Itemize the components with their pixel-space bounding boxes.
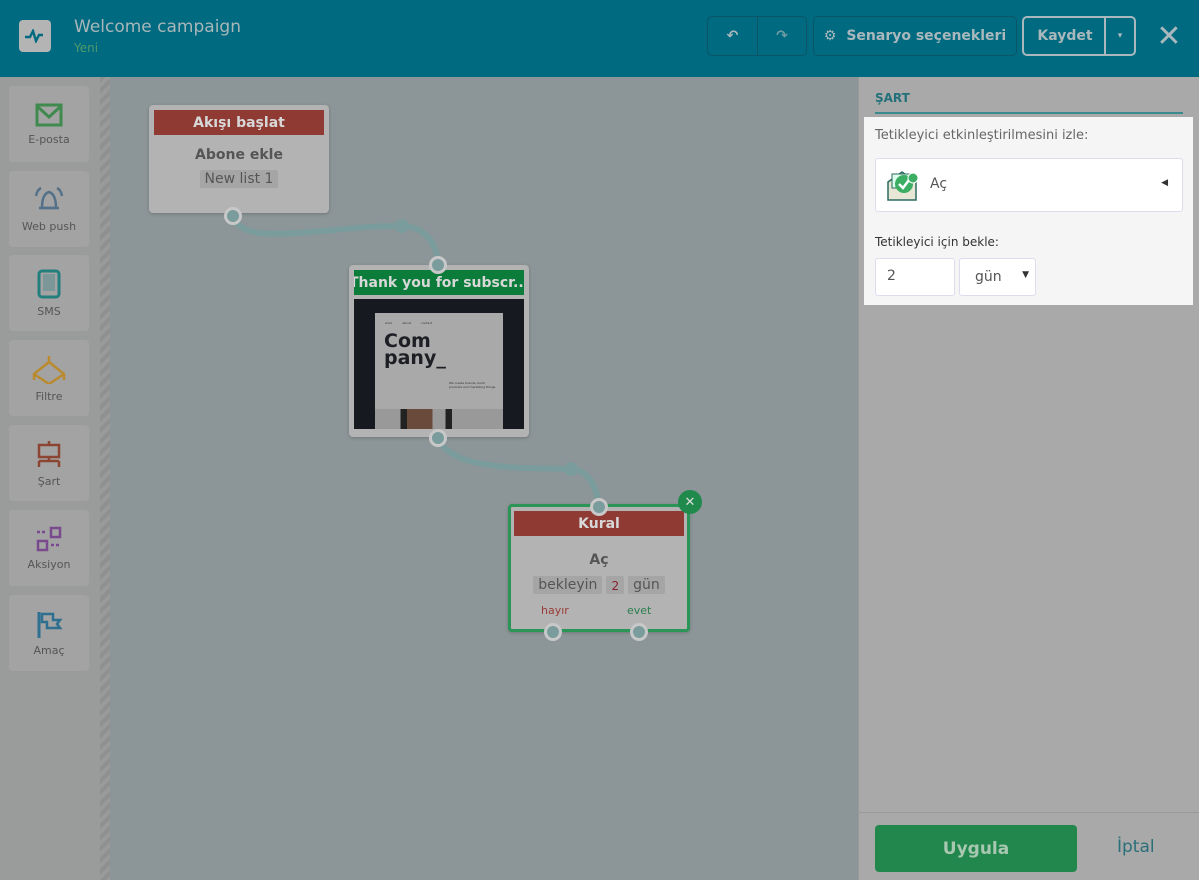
no-output-port[interactable] bbox=[544, 623, 562, 641]
section-title: ŞART bbox=[875, 91, 910, 105]
output-port[interactable] bbox=[429, 429, 447, 447]
connector-handle bbox=[395, 219, 409, 233]
wait-unit-select[interactable]: gün ▼ bbox=[959, 258, 1036, 296]
list-tag: New list 1 bbox=[199, 170, 279, 188]
no-branch-label: hayır bbox=[541, 604, 569, 617]
input-port[interactable] bbox=[429, 256, 447, 274]
input-port[interactable] bbox=[590, 498, 608, 516]
apply-button[interactable]: Uygula bbox=[875, 825, 1077, 872]
wait-unit: gün bbox=[628, 576, 665, 594]
start-node[interactable]: Akışı başlat Abone ekle New list 1 bbox=[149, 105, 329, 225]
email-preview: work about contact Com pany_ We create bran… bbox=[354, 299, 524, 429]
email-opened-icon bbox=[887, 171, 919, 201]
wait-label: bekleyin bbox=[533, 576, 603, 594]
footer-divider bbox=[859, 812, 1199, 813]
preview-heading: Com pany_ bbox=[384, 330, 446, 369]
node-header: Akışı başlat bbox=[154, 110, 324, 135]
cancel-link[interactable]: İptal bbox=[1117, 837, 1155, 857]
node-title: Abone ekle bbox=[195, 147, 283, 163]
node-title: Aç bbox=[589, 552, 609, 568]
delete-node-button[interactable]: ✕ bbox=[678, 490, 702, 514]
output-port[interactable] bbox=[224, 207, 242, 225]
yes-branch-label: evet bbox=[627, 604, 652, 617]
email-node[interactable]: Thank you for subscr... work about contact… bbox=[349, 256, 529, 447]
trigger-select[interactable]: Aç ◀ bbox=[875, 158, 1183, 212]
caret-down-icon: ▾ bbox=[1117, 31, 1123, 41]
wait-unit-value: gün bbox=[975, 269, 1002, 285]
section-underline bbox=[875, 112, 1183, 114]
wait-label: Tetikleyici için bekle: bbox=[875, 235, 999, 249]
close-icon: ✕ bbox=[1156, 18, 1182, 54]
caret-down-icon: ▼ bbox=[1022, 270, 1029, 280]
close-icon: ✕ bbox=[684, 494, 696, 510]
wait-value: 2 bbox=[606, 576, 625, 594]
rule-node[interactable]: Kural Aç bekleyin 2 gün hayır evet ✕ bbox=[508, 490, 702, 641]
caret-left-icon: ◀ bbox=[1161, 178, 1168, 188]
close-button[interactable]: ✕ bbox=[1150, 16, 1188, 56]
save-dropdown-button[interactable]: ▾ bbox=[1104, 16, 1136, 56]
yes-output-port[interactable] bbox=[630, 623, 648, 641]
properties-panel: ŞART Tetikleyici etkinleştirilmesini izl… bbox=[858, 77, 1199, 880]
trigger-label: Tetikleyici etkinleştirilmesini izle: bbox=[875, 128, 1089, 143]
trigger-value: Aç bbox=[930, 176, 948, 192]
scenario-options-label: Senaryo seçenekleri bbox=[846, 28, 1007, 44]
wait-value-input[interactable]: 2 bbox=[875, 258, 955, 296]
condition-form: Tetikleyici etkinleştirilmesini izle: Aç… bbox=[864, 117, 1193, 305]
save-button[interactable]: Kaydet bbox=[1022, 16, 1106, 56]
connector-handle bbox=[564, 462, 578, 476]
